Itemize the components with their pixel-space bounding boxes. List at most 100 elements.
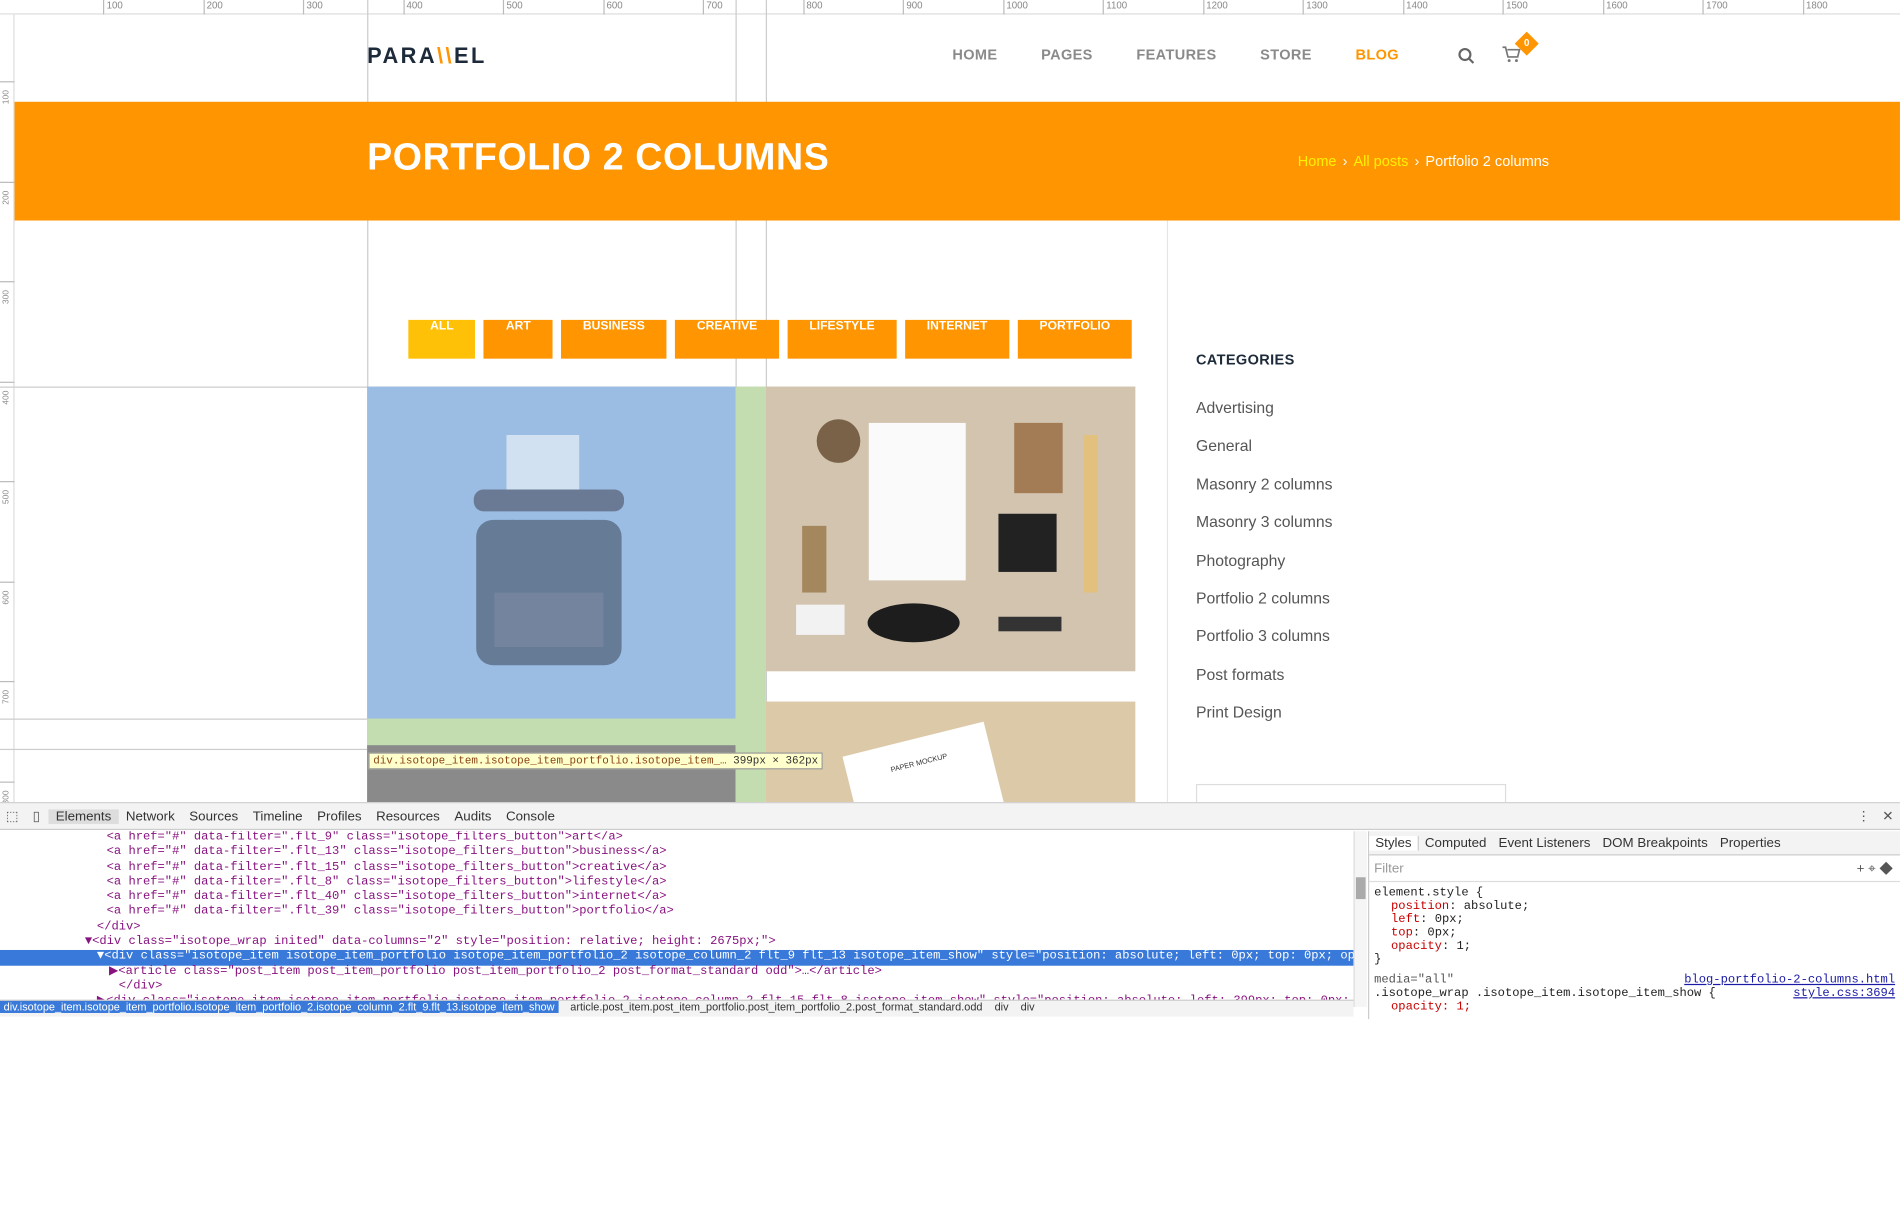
category-link[interactable]: Advertising: [1196, 399, 1333, 437]
filter-all[interactable]: ALL: [408, 319, 476, 359]
ruler-tick: 1700: [1702, 0, 1728, 15]
typewriter-image: [473, 435, 625, 666]
css-property[interactable]: top: 0px;: [1374, 927, 1895, 940]
search-widget[interactable]: [1195, 783, 1507, 803]
ruler-tick: 1100: [1102, 0, 1127, 15]
sidebar-divider: [1166, 220, 1169, 803]
dom-node[interactable]: <a href="#" data-filter=".flt_13" class=…: [0, 846, 1353, 861]
devtools-tabs: ⬚ ▯ Elements Network Sources Timeline Pr…: [0, 803, 1900, 831]
logo-text: EL: [454, 43, 487, 68]
tab-timeline[interactable]: Timeline: [245, 809, 309, 824]
dom-breadcrumb-item[interactable]: div: [995, 1001, 1009, 1013]
dom-breadcrumb-item[interactable]: div.isotope_item.isotope_item_portfolio.…: [0, 1000, 559, 1013]
ruler-tick: 900: [902, 0, 923, 15]
scroll-thumb[interactable]: [1355, 877, 1366, 900]
css-property[interactable]: position: absolute;: [1374, 900, 1895, 913]
tab-computed[interactable]: Computed: [1419, 835, 1493, 850]
chevron-right-icon: ›: [1414, 152, 1420, 170]
tab-dom-breakpoints[interactable]: DOM Breakpoints: [1596, 835, 1713, 850]
add-rule-icon[interactable]: + ⌖ ◆: [1857, 855, 1893, 882]
ruler-tick: 200: [0, 181, 15, 204]
dom-breadcrumb-item[interactable]: div: [1021, 1001, 1035, 1013]
ruler-tick: 700: [0, 680, 15, 704]
nav-store[interactable]: STORE: [1260, 46, 1312, 63]
dom-node[interactable]: </div>: [0, 980, 1353, 995]
tab-properties[interactable]: Properties: [1714, 835, 1787, 850]
dom-node[interactable]: <a href="#" data-filter=".flt_40" class=…: [0, 891, 1353, 906]
tab-sources[interactable]: Sources: [182, 809, 245, 824]
dom-node[interactable]: <a href="#" data-filter=".flt_8" class="…: [0, 876, 1353, 891]
dom-node[interactable]: <a href="#" data-filter=".flt_15" class=…: [0, 861, 1353, 876]
tab-console[interactable]: Console: [499, 809, 562, 824]
nav-home[interactable]: HOME: [952, 46, 997, 63]
css-rules: element.style { position: absolute; left:…: [1369, 882, 1900, 1019]
dom-scrollbar[interactable]: [1353, 831, 1367, 1007]
filter-creative[interactable]: CREATIVE: [675, 319, 780, 359]
dom-node[interactable]: ▼<div class="isotope_wrap inited" data-c…: [0, 936, 1353, 951]
category-link[interactable]: General: [1196, 437, 1333, 475]
breadcrumb-home[interactable]: Home: [1298, 153, 1337, 170]
tab-network[interactable]: Network: [119, 809, 182, 824]
rule-selector: .isotope_wrap .isotope_item.isotope_item…: [1374, 987, 1716, 1001]
close-icon[interactable]: ✕: [1876, 808, 1900, 824]
category-link[interactable]: Print Design: [1196, 703, 1333, 741]
guide-line: [0, 718, 368, 720]
more-options-icon[interactable]: ⋮: [1851, 808, 1875, 824]
tab-profiles[interactable]: Profiles: [310, 809, 369, 824]
ruler-tick: 100: [102, 0, 123, 15]
page-title: PORTFOLIO 2 COLUMNS: [367, 135, 830, 179]
element-style-selector: element.style {: [1374, 886, 1484, 901]
tab-elements[interactable]: Elements: [48, 808, 119, 824]
search-icon[interactable]: [1458, 47, 1475, 64]
dom-node[interactable]: </div>: [0, 921, 1353, 936]
logo-text: PARA: [367, 43, 438, 68]
filter-lifestyle[interactable]: LIFESTYLE: [787, 319, 897, 359]
css-property[interactable]: left: 0px;: [1374, 914, 1895, 927]
filter-art[interactable]: ART: [484, 319, 553, 359]
category-link[interactable]: Portfolio 3 columns: [1196, 627, 1333, 665]
device-mode-icon[interactable]: ▯: [24, 808, 48, 824]
css-property[interactable]: opacity: 1;: [1374, 940, 1895, 953]
portfolio-item[interactable]: [765, 386, 1136, 672]
main-nav: HOME PAGES FEATURES STORE BLOG: [952, 46, 1442, 63]
ruler-tick: 200: [202, 0, 223, 15]
ruler-tick: 1400: [1402, 0, 1428, 15]
dom-node[interactable]: <a href="#" data-filter=".flt_39" class=…: [0, 906, 1353, 921]
category-link[interactable]: Photography: [1196, 551, 1333, 589]
filter-portfolio[interactable]: PORTFOLIO: [1017, 319, 1132, 359]
category-link[interactable]: Masonry 2 columns: [1196, 475, 1333, 513]
inspect-icon[interactable]: ⬚: [0, 808, 24, 824]
ruler-tick: 1300: [1302, 0, 1328, 15]
breadcrumb-all-posts[interactable]: All posts: [1353, 153, 1408, 170]
site-logo[interactable]: PARA\\EL: [367, 44, 487, 69]
breadcrumb-current: Portfolio 2 columns: [1425, 152, 1550, 170]
category-link[interactable]: Portfolio 2 columns: [1196, 589, 1333, 627]
styles-tabs: Styles Computed Event Listeners DOM Brea…: [1369, 831, 1900, 856]
nav-pages[interactable]: PAGES: [1041, 46, 1093, 63]
nav-blog[interactable]: BLOG: [1355, 46, 1398, 63]
category-link[interactable]: Post formats: [1196, 665, 1333, 703]
ruler-tick: 600: [602, 0, 623, 15]
nav-features[interactable]: FEATURES: [1136, 46, 1216, 63]
dom-breadcrumb: div.isotope_item.isotope_item_portfolio.…: [0, 999, 1354, 1017]
source-link[interactable]: blog-portfolio-2-columns.html: [1684, 974, 1895, 987]
tab-styles[interactable]: Styles: [1369, 835, 1419, 851]
styles-filter-input[interactable]: Filter + ⌖ ◆: [1369, 855, 1900, 883]
ruler-tick: 1200: [1202, 0, 1228, 15]
css-property: opacity: 1;: [1391, 1000, 1472, 1015]
dom-node[interactable]: ▼<div class="isotope_item isotope_item_p…: [0, 950, 1354, 966]
ruler-tick: 1800: [1802, 0, 1828, 15]
category-link[interactable]: Masonry 3 columns: [1196, 513, 1333, 551]
source-link[interactable]: style.css:3694: [1793, 988, 1895, 1001]
dom-breadcrumb-item[interactable]: article.post_item.post_item_portfolio.po…: [570, 1001, 982, 1013]
categories-title: CATEGORIES: [1195, 351, 1295, 369]
filter-business[interactable]: BUSINESS: [561, 319, 667, 359]
tab-event-listeners[interactable]: Event Listeners: [1492, 835, 1596, 850]
tab-audits[interactable]: Audits: [447, 809, 499, 824]
tab-resources[interactable]: Resources: [369, 809, 447, 824]
portfolio-item-highlighted[interactable]: [367, 386, 766, 803]
ruler-tick: 800: [0, 780, 15, 804]
dom-node[interactable]: <a href="#" data-filter=".flt_9" class="…: [0, 831, 1353, 846]
filter-internet[interactable]: INTERNET: [904, 319, 1010, 359]
dom-node[interactable]: ▶<article class="post_item post_item_por…: [0, 965, 1353, 980]
